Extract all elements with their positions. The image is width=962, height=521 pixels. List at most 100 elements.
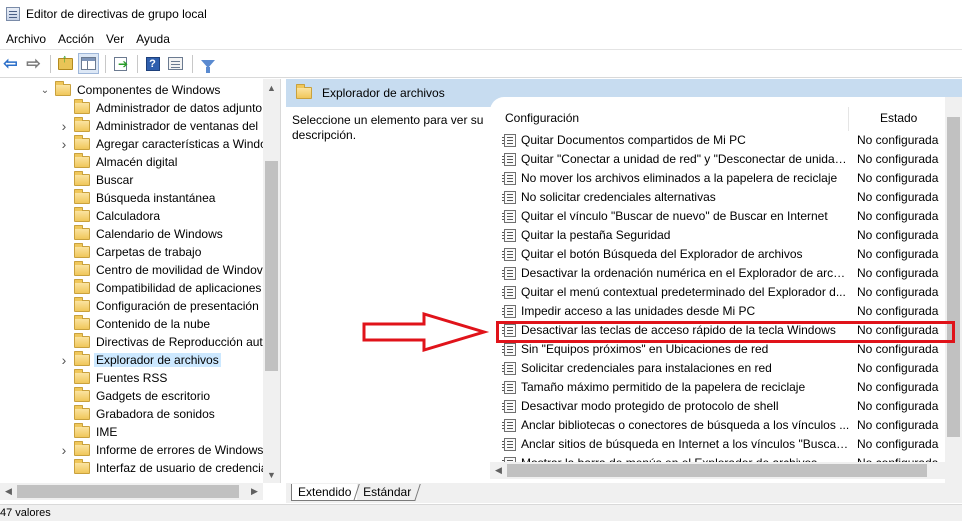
tab-extendido[interactable]: Extendido xyxy=(291,484,358,501)
folder-icon xyxy=(74,333,90,348)
tree-item[interactable]: Directivas de Reproducción aut xyxy=(58,333,263,351)
scroll-up-icon[interactable]: ▲ xyxy=(263,79,280,96)
tree-item-label: Explorador de archivos xyxy=(94,353,221,367)
tree-item[interactable]: Gadgets de escritorio xyxy=(58,387,210,405)
policy-row[interactable]: Solicitar credenciales para instalacione… xyxy=(490,359,962,378)
tree-item[interactable]: Buscar xyxy=(58,171,133,189)
tree-item[interactable]: Administrador de datos adjunto xyxy=(58,99,262,117)
tree-horizontal-scrollbar[interactable]: ◀ ▶ xyxy=(0,483,263,500)
folder-icon xyxy=(74,153,90,168)
column-header-state[interactable]: Estado xyxy=(880,111,917,125)
tree-item-label: Interfaz de usuario de credencia xyxy=(96,461,268,475)
tree-item[interactable]: Búsqueda instantánea xyxy=(58,189,215,207)
filter-button[interactable] xyxy=(197,53,218,74)
toolbar-separator xyxy=(105,54,106,73)
policy-row[interactable]: Impedir acceso a las unidades desde Mi P… xyxy=(490,302,962,321)
policy-row[interactable]: Quitar la pestaña Seguridad No configurad… xyxy=(490,226,962,245)
list-horizontal-scrollbar[interactable]: ◀ xyxy=(490,462,945,479)
policy-row[interactable]: Anclar bibliotecas o conectores de búsqu… xyxy=(490,416,962,435)
menu-accion[interactable]: Acción xyxy=(52,32,100,46)
policy-name: Sin "Equipos próximos" en Ubicaciones de… xyxy=(521,342,769,356)
policy-setting-icon xyxy=(502,438,516,451)
scroll-left-icon[interactable]: ◀ xyxy=(0,483,17,500)
folder-icon xyxy=(55,81,71,96)
policy-row[interactable]: Desactivar modo protegido de protocolo d… xyxy=(490,397,962,416)
tree-item[interactable]: › Agregar características a Windo xyxy=(58,135,267,153)
policy-row[interactable]: Quitar el vínculo "Buscar de nuevo" de B… xyxy=(490,207,962,226)
scroll-thumb[interactable] xyxy=(507,464,927,477)
scroll-right-icon[interactable]: ▶ xyxy=(246,483,263,500)
tree-item[interactable]: Calculadora xyxy=(58,207,160,225)
folder-icon xyxy=(74,261,90,276)
tree-item[interactable]: Interfaz de usuario de credencia xyxy=(58,459,267,477)
forward-arrow-icon[interactable]: ⇨ xyxy=(23,53,44,74)
expand-chevron-icon[interactable]: › xyxy=(58,135,70,153)
policy-row[interactable]: No mover los archivos eliminados a la pa… xyxy=(490,169,962,188)
folder-icon xyxy=(74,387,90,402)
policy-name: Quitar el vínculo "Buscar de nuevo" de B… xyxy=(521,209,828,223)
policy-row[interactable]: Tamaño máximo permitido de la papelera d… xyxy=(490,378,962,397)
scroll-thumb[interactable] xyxy=(947,117,960,437)
menu-ayuda[interactable]: Ayuda xyxy=(130,32,176,46)
tree-item[interactable]: Grabadora de sonidos xyxy=(58,405,215,423)
title-bar: Editor de directivas de grupo local xyxy=(0,0,962,28)
policy-state: No configurada xyxy=(857,285,939,299)
collapse-chevron-icon[interactable]: ⌄ xyxy=(39,81,51,99)
properties-button[interactable] xyxy=(165,53,186,74)
policy-row[interactable]: Quitar Documentos compartidos de Mi PC No… xyxy=(490,131,962,150)
policy-name: Quitar el botón Búsqueda del Explorador … xyxy=(521,247,803,261)
status-count: 47 valores xyxy=(0,507,51,519)
column-divider[interactable] xyxy=(848,107,849,131)
expand-chevron-icon[interactable]: › xyxy=(58,117,70,135)
tree-item-label: Administrador de datos adjunto xyxy=(96,101,263,115)
list-vertical-scrollbar[interactable] xyxy=(945,97,962,483)
policy-name: Tamaño máximo permitido de la papelera d… xyxy=(521,380,806,394)
description-text: Seleccione un elemento para ver su descr… xyxy=(292,113,484,142)
policy-state: No configurada xyxy=(857,209,939,223)
tree-item[interactable]: › Explorador de archivos xyxy=(58,351,221,369)
tree-item[interactable]: IME xyxy=(58,423,117,441)
tree-item[interactable]: Centro de movilidad de Windov xyxy=(58,261,263,279)
policy-row[interactable]: Quitar el menú contextual predeterminado… xyxy=(490,283,962,302)
scroll-left-icon[interactable]: ◀ xyxy=(490,462,507,479)
toolbar-separator xyxy=(137,54,138,73)
column-header-config[interactable]: Configuración xyxy=(505,111,579,125)
tree-item[interactable]: Compatibilidad de aplicaciones xyxy=(58,279,261,297)
tab-estandar[interactable]: Estándar xyxy=(353,484,421,501)
show-hide-tree-button[interactable] xyxy=(78,53,99,74)
tree-item[interactable]: Carpetas de trabajo xyxy=(58,243,201,261)
policy-row[interactable]: No solicitar credenciales alternativas No… xyxy=(490,188,962,207)
policy-row[interactable]: Quitar el botón Búsqueda del Explorador … xyxy=(490,245,962,264)
console-tree[interactable]: ⌄ Componentes de Windows Administrador de … xyxy=(0,79,281,483)
policy-row[interactable]: Desactivar la ordenación numérica en el … xyxy=(490,264,962,283)
export-list-button[interactable] xyxy=(110,53,131,74)
tree-item[interactable]: › Informe de errores de Windows xyxy=(58,441,263,459)
help-button[interactable]: ? xyxy=(142,53,163,74)
menu-archivo[interactable]: Archivo xyxy=(0,32,52,46)
scroll-thumb[interactable] xyxy=(17,485,239,498)
policy-name: No solicitar credenciales alternativas xyxy=(521,190,716,204)
up-folder-button[interactable] xyxy=(55,53,76,74)
tree-item[interactable]: Fuentes RSS xyxy=(58,369,167,387)
expand-chevron-icon[interactable]: › xyxy=(58,351,70,369)
tree-item[interactable]: Contenido de la nube xyxy=(58,315,210,333)
policy-setting-icon xyxy=(502,172,516,185)
expand-chevron-icon[interactable]: › xyxy=(58,441,70,459)
policy-row[interactable]: Anclar sitios de búsqueda en Internet a … xyxy=(490,435,962,454)
scroll-thumb[interactable] xyxy=(265,161,278,371)
folder-up-icon xyxy=(58,53,73,70)
policy-row[interactable]: Quitar "Conectar a unidad de red" y "Des… xyxy=(490,150,962,169)
tree-item[interactable]: Configuración de presentación xyxy=(58,297,259,315)
policy-state: No configurada xyxy=(857,228,939,242)
tree-item[interactable]: Calendario de Windows xyxy=(58,225,223,243)
back-arrow-icon[interactable]: ⇦ xyxy=(0,53,21,74)
tree-vertical-scrollbar[interactable]: ▲ ▼ xyxy=(263,79,280,483)
tree-item[interactable]: › Administrador de ventanas del xyxy=(58,117,258,135)
menu-ver[interactable]: Ver xyxy=(100,32,130,46)
scroll-down-icon[interactable]: ▼ xyxy=(263,466,280,483)
tree-item[interactable]: Almacén digital xyxy=(58,153,177,171)
tree-item[interactable]: ⌄ Componentes de Windows xyxy=(39,81,220,99)
